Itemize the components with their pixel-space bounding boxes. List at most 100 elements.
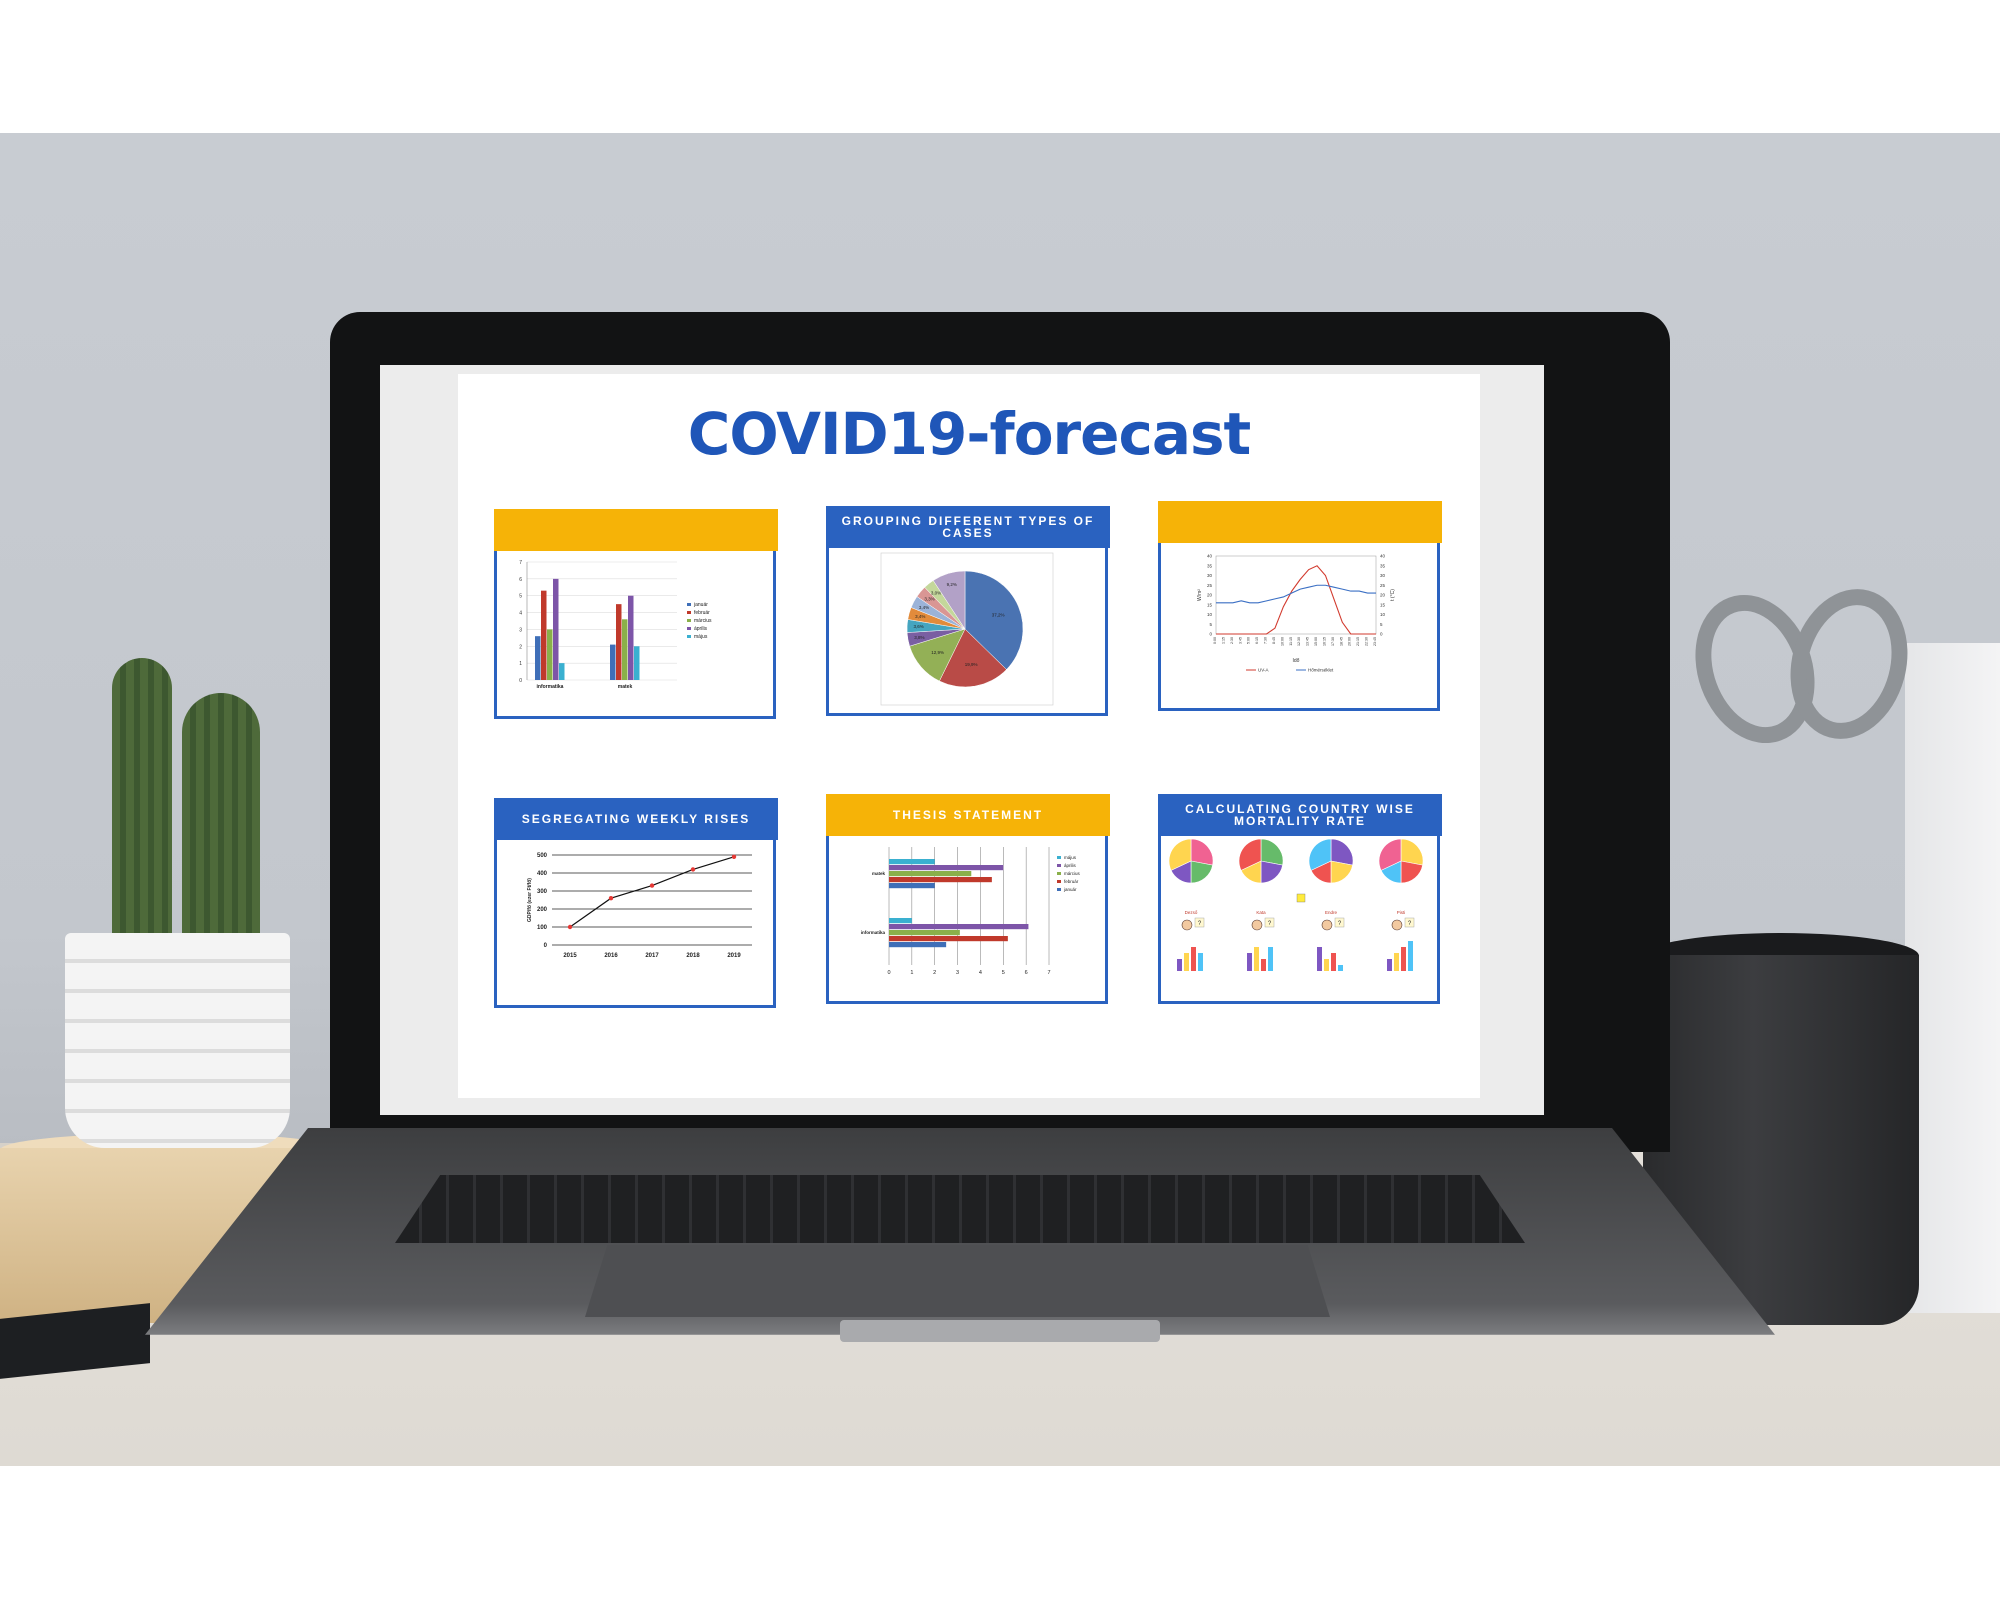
x-tick-label: 3:45 bbox=[1238, 637, 1242, 644]
card-heading: CALCULATING COUNTRY WISE MORTALITY RATE bbox=[1158, 794, 1442, 836]
card-heading bbox=[1158, 501, 1442, 543]
x-tick-label: 5:00 bbox=[1247, 637, 1251, 644]
x-tick-label: 6:15 bbox=[1255, 637, 1259, 644]
y-axis-label: GDP/fő (ezer Ft/fő) bbox=[527, 878, 533, 922]
card-line-dual[interactable]: 0 0 5 5 10 10 15 15 20 20 25 25 30 30 35 35 40 40 W/m² t (°… bbox=[1158, 501, 1442, 711]
x-tick-label: 6 bbox=[1025, 970, 1028, 976]
card-grouped-bar[interactable]: 0 1 2 3 4 5 6 7 informatika matek január február már… bbox=[494, 509, 778, 719]
y2-tick-label: 30 bbox=[1380, 573, 1386, 578]
x-tick-label: 12:30 bbox=[1297, 637, 1301, 646]
y-tick-label: 5 bbox=[1209, 622, 1212, 627]
legend-swatch bbox=[687, 611, 691, 614]
horizontal-bar-chart: 0 1 2 3 4 5 6 7 matek informatika május április márc… bbox=[861, 847, 1081, 976]
data-label: 9,2% bbox=[947, 582, 957, 587]
bar bbox=[559, 663, 565, 680]
bar bbox=[889, 942, 947, 948]
person-icon bbox=[1251, 919, 1263, 931]
card-heading: SEGREGATING WEEKLY RISES bbox=[494, 798, 778, 840]
card-mortality[interactable]: CALCULATING COUNTRY WISE MORTALITY RATE … bbox=[1158, 794, 1442, 1004]
bar bbox=[1387, 959, 1392, 971]
x-tick-label: 10:00 bbox=[1280, 637, 1284, 646]
data-label: 3,3% bbox=[924, 597, 934, 602]
person-label: Endre bbox=[1325, 910, 1338, 915]
x-tick-label: 20:00 bbox=[1348, 637, 1352, 646]
bar bbox=[541, 590, 547, 680]
x-tick-label: 11:15 bbox=[1289, 637, 1293, 646]
bar bbox=[535, 636, 541, 680]
bar bbox=[1324, 959, 1329, 971]
pie-slice bbox=[1190, 860, 1213, 884]
data-point bbox=[690, 867, 696, 872]
x-tick-label: 15:00 bbox=[1314, 637, 1318, 646]
legend-swatch bbox=[1057, 872, 1061, 875]
bar bbox=[553, 578, 559, 680]
series-line bbox=[1216, 565, 1376, 635]
bar bbox=[889, 918, 912, 924]
bar bbox=[622, 619, 628, 680]
x-tick-label: 4 bbox=[979, 970, 982, 976]
legend-label: április bbox=[1064, 863, 1077, 868]
bar bbox=[628, 595, 634, 680]
cactus-left bbox=[112, 658, 172, 958]
y2-tick-label: 40 bbox=[1380, 554, 1386, 559]
legend-label: március bbox=[694, 618, 712, 624]
y-tick-label: 25 bbox=[1207, 583, 1213, 588]
x-tick-label: 5 bbox=[1002, 970, 1005, 976]
card-thesis[interactable]: THESIS STATEMENT 0 1 2 3 4 5 6 7 matek informatik… bbox=[826, 794, 1110, 1004]
card-weekly-rises[interactable]: SEGREGATING WEEKLY RISES 0 100 200 300 400 50… bbox=[494, 798, 778, 1008]
bar bbox=[1408, 941, 1413, 971]
legend-label: február bbox=[694, 610, 710, 616]
bar bbox=[1338, 965, 1343, 971]
legend-label: május bbox=[694, 634, 708, 640]
pie-chart: 37,2% 19,9% 12,9% 3,8% 3,6% 3,4% 3,4% 3,3% 3,0% 9… bbox=[880, 552, 1054, 706]
bar bbox=[1177, 959, 1182, 971]
legend-swatch bbox=[687, 635, 691, 638]
x-tick-label: 7:30 bbox=[1264, 637, 1268, 644]
series-line bbox=[569, 856, 735, 928]
weekly-line-chart: 0 100 200 300 400 500 GDP/fő (ezer Ft/fő) 2015 2… bbox=[527, 853, 752, 959]
bar bbox=[889, 859, 935, 865]
y2-tick-label: 20 bbox=[1380, 593, 1386, 598]
x-tick-label: 0 bbox=[887, 970, 890, 976]
cactus-right bbox=[182, 693, 260, 958]
dual-line-chart: 0 0 5 5 10 10 15 15 20 20 25 25 30 30 35 35 40 40 W/m² t (°… bbox=[1197, 554, 1396, 673]
y2-axis-label: t (°C) bbox=[1390, 589, 1396, 601]
person-label: Pisti bbox=[1397, 910, 1406, 915]
bar bbox=[1247, 953, 1252, 971]
x-tick-label: 7 bbox=[1047, 970, 1050, 976]
legend-swatch bbox=[1057, 888, 1061, 891]
x-tick-label: 3 bbox=[956, 970, 959, 976]
person-label: Dezső bbox=[1185, 910, 1198, 915]
pie-slice bbox=[1260, 860, 1283, 884]
bar bbox=[634, 646, 640, 680]
bar bbox=[1261, 959, 1266, 971]
x-tick-label: 2016 bbox=[604, 953, 618, 959]
y2-tick-label: 35 bbox=[1380, 563, 1386, 568]
card-heading: THESIS STATEMENT bbox=[826, 794, 1110, 836]
bar bbox=[610, 644, 616, 680]
legend-label: UV-A bbox=[1258, 668, 1269, 673]
legend-swatch bbox=[1057, 864, 1061, 867]
y-tick-label: 200 bbox=[537, 907, 548, 913]
bar bbox=[1254, 947, 1259, 971]
pie-slice bbox=[1330, 860, 1353, 884]
y2-tick-label: 0 bbox=[1380, 632, 1383, 637]
y-tick-label: 20 bbox=[1207, 593, 1213, 598]
bar bbox=[889, 877, 992, 883]
legend-swatch bbox=[687, 627, 691, 630]
plot-frame bbox=[1215, 555, 1377, 635]
x-tick-label: 1 bbox=[910, 970, 913, 976]
data-label: 3,4% bbox=[919, 605, 929, 610]
bar bbox=[889, 871, 972, 877]
card-pie[interactable]: GROUPING DIFFERENT TYPES OF CASES 37,2% 1… bbox=[826, 506, 1110, 716]
bar bbox=[1268, 947, 1273, 971]
y-tick-label: 0 bbox=[519, 678, 522, 684]
y-tick-label: 15 bbox=[1207, 602, 1213, 607]
y-tick-label: 6 bbox=[519, 577, 522, 583]
y-tick-label: 10 bbox=[1207, 612, 1213, 617]
data-label: 12,9% bbox=[931, 650, 944, 655]
x-tick-label: 8:45 bbox=[1272, 637, 1276, 644]
bar bbox=[1317, 947, 1322, 971]
refresh-icon bbox=[1296, 893, 1306, 903]
y-tick-label: 1 bbox=[519, 661, 522, 667]
